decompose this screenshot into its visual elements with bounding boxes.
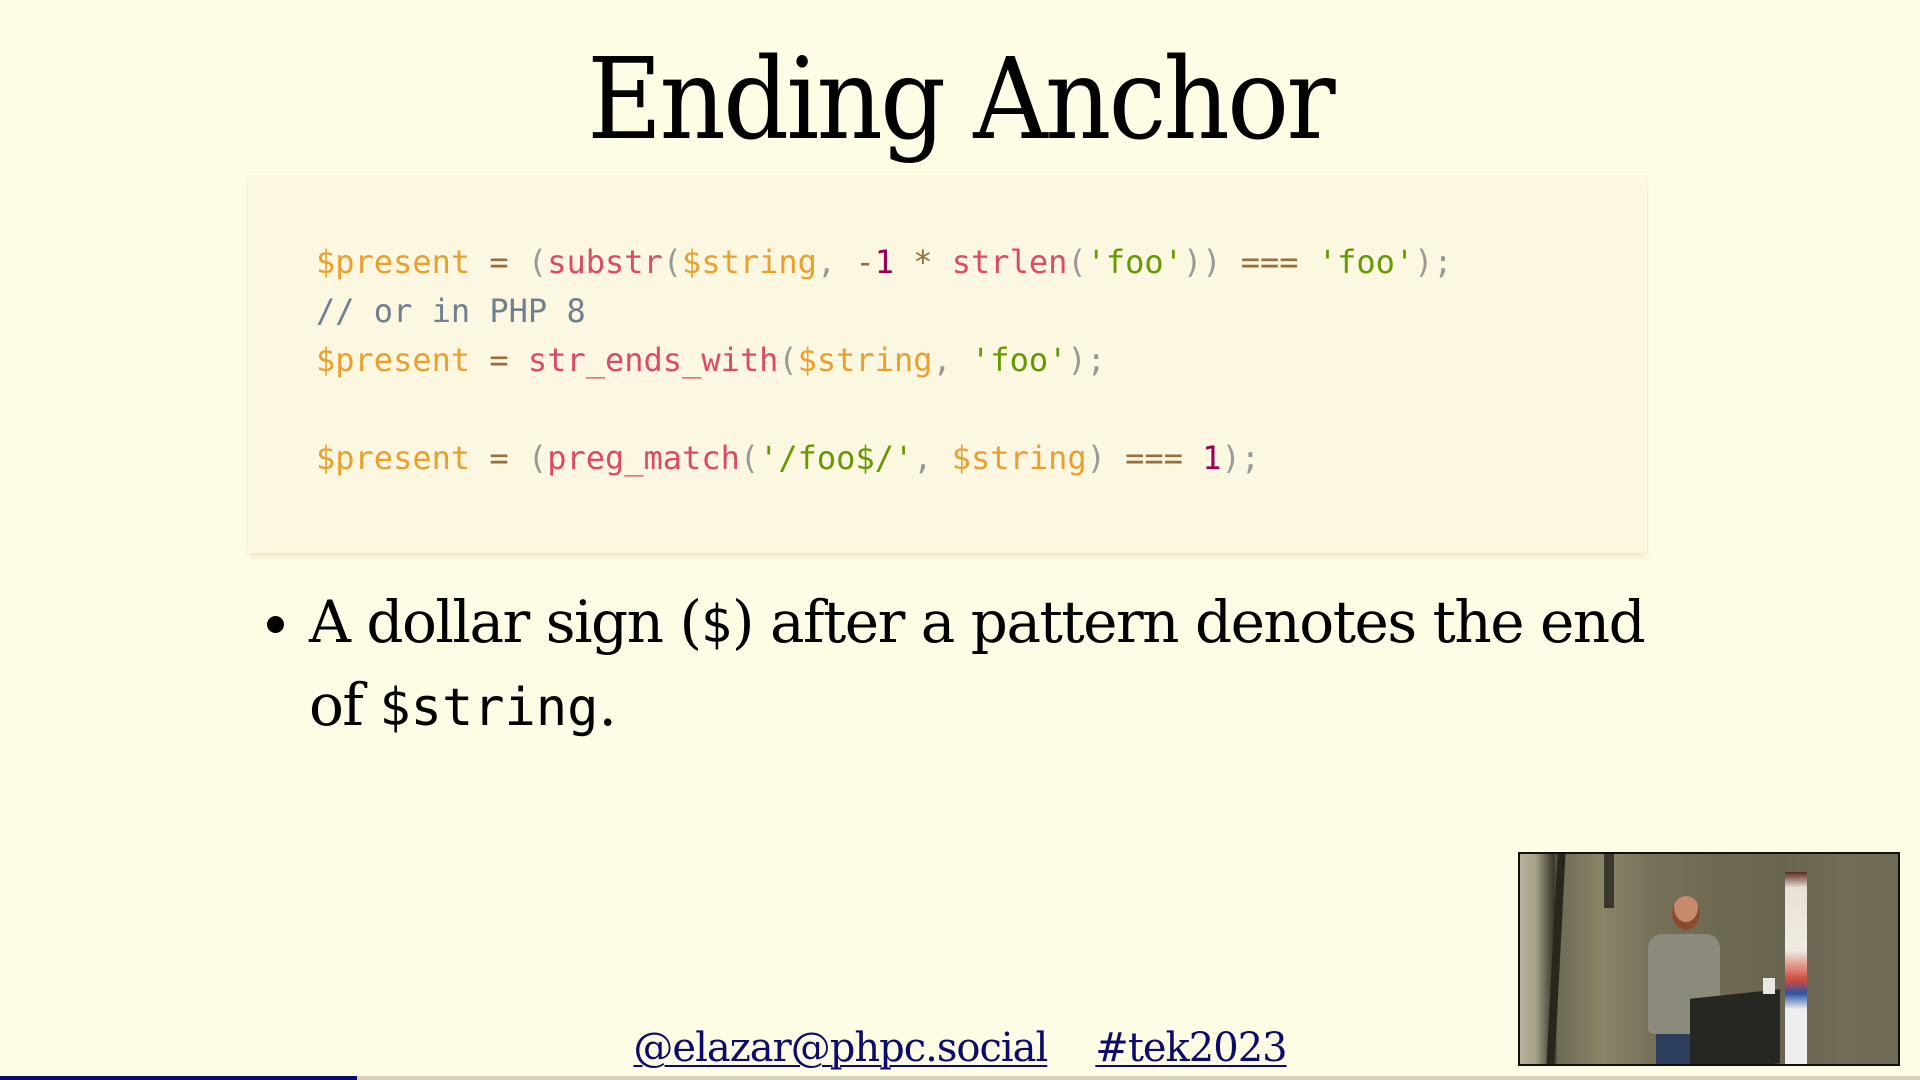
code-token-comment: // or in PHP 8 [316,292,586,330]
code-token-operator: === [1240,243,1299,281]
code-token-function: str_ends_with [527,341,779,379]
code-token-string: 'foo' [1086,243,1183,281]
code-token-operator: - [855,243,875,281]
code-token-punct: ); [1414,243,1453,281]
code-token-punct: ); [1067,341,1106,379]
code-line: $present = (preg_match('/foo$/', $string… [316,434,1453,483]
code-block: $present = (substr($string, -1 * strlen(… [248,176,1647,553]
code-token-operator: = [489,341,509,379]
code-token-variable: $present [316,243,471,281]
code-token-operator: * [913,243,933,281]
code-token-variable: $present [316,341,471,379]
code-line: $present = str_ends_with($string, 'foo')… [316,336,1453,385]
code-token-punct: ( [1067,243,1087,281]
code-line: // or in PHP 8 [316,287,1453,336]
code-token-number: 1 [874,243,894,281]
slide-progress-bar [0,1076,1920,1080]
bullet-text-part: . [598,671,616,739]
inline-code: $ [700,595,732,655]
video-banner [1785,872,1807,1064]
code-token-punct: ( [778,341,798,379]
code-token-punct: , [913,439,933,477]
code-token-string: '/foo$/' [759,439,914,477]
code-token-function: substr [547,243,663,281]
video-wall-fixture [1604,854,1614,908]
video-pillar [1546,854,1566,1064]
code-listing: $present = (substr($string, -1 * strlen(… [316,238,1453,483]
code-token-variable: $string [797,341,933,379]
code-token-punct: ) [1086,439,1106,477]
code-token-operator: === [1125,439,1183,477]
code-token-punct: , [816,243,837,281]
code-token-function: preg_match [547,439,740,477]
code-token-punct: , [932,341,952,379]
bullet-list: A dollar sign ($) after a pattern denote… [265,582,1685,748]
video-podium [1690,989,1780,1064]
code-token-variable: $present [316,439,471,477]
hashtag-link[interactable]: #tek2023 [1095,1025,1287,1071]
bullet-text-part: A dollar sign ( [309,588,702,656]
code-token-string: 'foo' [971,341,1068,379]
code-token-punct: )) [1182,243,1222,281]
code-token-punct: ( [662,243,683,281]
code-token-punct: ); [1221,439,1261,477]
slide-progress-fill [0,1076,358,1080]
social-handle-link[interactable]: @elazar@phpc.social [633,1025,1048,1071]
code-token-function: strlen [951,243,1068,281]
bullet-item: A dollar sign ($) after a pattern denote… [265,582,1685,748]
code-token-operator: = [489,243,509,281]
code-token-punct: ( [527,439,548,477]
video-cup [1763,978,1775,994]
code-line: $present = (substr($string, -1 * strlen(… [316,238,1453,287]
inline-code: $string [379,678,599,738]
bullet-icon [267,616,284,633]
code-token-variable: $string [682,243,817,281]
code-token-punct: ( [739,439,760,477]
code-token-string: 'foo' [1317,243,1415,281]
code-token-punct: ( [527,243,548,281]
code-token-variable: $string [951,439,1087,477]
speaker-video [1518,852,1900,1066]
video-speaker-head [1672,896,1700,930]
code-token-number: 1 [1202,439,1222,477]
code-token-operator: = [489,439,509,477]
slide-title: Ending Anchor [587,35,1336,165]
